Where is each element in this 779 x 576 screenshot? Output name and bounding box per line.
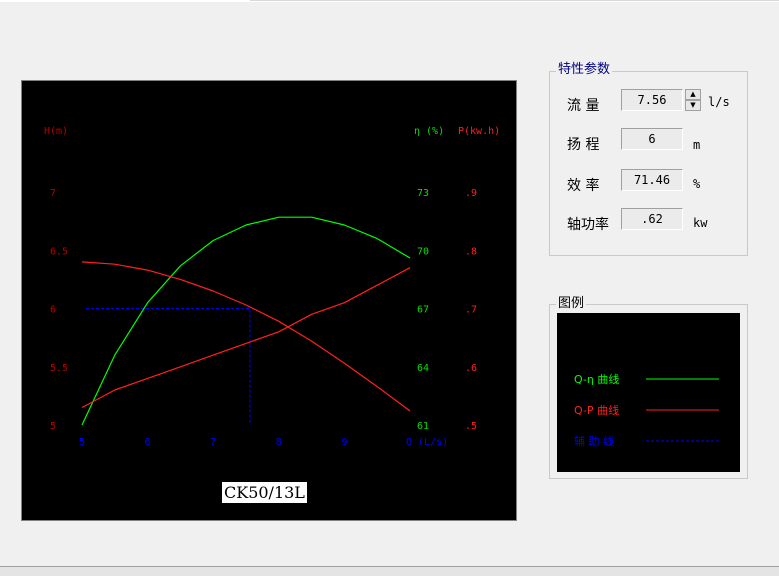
series-line-p — [81, 267, 411, 409]
x-tick-label: Q (L/s) — [406, 437, 448, 448]
pump-model-label: CK50/13L — [222, 482, 307, 503]
head-field[interactable]: 6 — [621, 128, 683, 150]
window-top-border — [250, 0, 779, 1]
legend-item-label: 辅 助 线 — [574, 434, 614, 448]
eta-tick-label: 73 — [417, 188, 429, 199]
h-tick-label: 5 — [50, 421, 56, 432]
spin-down-icon[interactable]: ▼ — [685, 100, 701, 111]
x-tick-label: 7 — [210, 437, 216, 448]
h-tick-label: 5.5 — [50, 363, 68, 374]
flow-label: 流 量 — [567, 98, 600, 114]
flow-unit: l/s — [708, 95, 730, 109]
legend-canvas: Q-η 曲线 Q-P 曲线辅 助 线 — [574, 372, 719, 448]
head-label: 扬 程 — [567, 137, 600, 153]
legend-groupbox-title: 图例 — [556, 296, 587, 311]
efficiency-field[interactable]: 71.46 — [621, 169, 683, 191]
series-line-eta — [81, 216, 411, 426]
pump-curve-chart: H(m) η (%) P(kw.h) 5 61.5 5.5 64.6 6 67.7 6.5 70.8… — [21, 80, 517, 521]
legend-item-label: Q-P 曲线 — [574, 403, 619, 417]
legend-item-label: Q-η 曲线 — [574, 372, 619, 386]
p-tick-label: .7 — [465, 305, 477, 316]
shaft-power-label: 轴功率 — [567, 217, 609, 233]
p-tick-label: .5 — [465, 421, 477, 432]
p-tick-label: .6 — [465, 363, 477, 374]
eta-tick-label: 67 — [417, 305, 429, 316]
flow-field[interactable]: 7.56 — [621, 89, 683, 111]
series-line-h — [81, 261, 411, 412]
chart-canvas: H(m) η (%) P(kw.h)5 61.55.5 64.66 67.76.5 70.8… — [44, 126, 500, 448]
efficiency-unit: % — [693, 177, 701, 191]
x-tick-label: 6 — [145, 437, 151, 448]
helper-line — [86, 308, 251, 425]
flow-spinner[interactable]: ▲ ▼ — [685, 89, 701, 111]
eta-axis-label: η (%) — [414, 126, 444, 137]
spin-up-icon[interactable]: ▲ — [685, 89, 701, 100]
p-tick-label: .9 — [465, 188, 477, 199]
x-tick-label: 9 — [341, 437, 347, 448]
p-axis-label: P(kw.h) — [458, 126, 500, 137]
legend-panel: Q-η 曲线 Q-P 曲线辅 助 线 — [557, 313, 740, 472]
eta-tick-label: 64 — [417, 363, 429, 374]
efficiency-label: 效 率 — [567, 178, 600, 194]
x-tick-label: 5 — [79, 437, 85, 448]
shaft-power-field[interactable]: .62 — [621, 208, 683, 230]
h-tick-label: 7 — [50, 188, 56, 199]
x-tick-label: 8 — [276, 437, 282, 448]
h-axis-label: H(m) — [44, 126, 68, 137]
head-unit: m — [693, 138, 701, 152]
h-tick-label: 6 — [50, 305, 56, 316]
eta-tick-label: 70 — [417, 246, 429, 257]
h-tick-label: 6.5 — [50, 246, 68, 257]
shaft-power-unit: kw — [693, 216, 708, 230]
params-groupbox-title: 特性参数 — [556, 62, 613, 77]
eta-tick-label: 61 — [417, 421, 429, 432]
p-tick-label: .8 — [465, 246, 477, 257]
